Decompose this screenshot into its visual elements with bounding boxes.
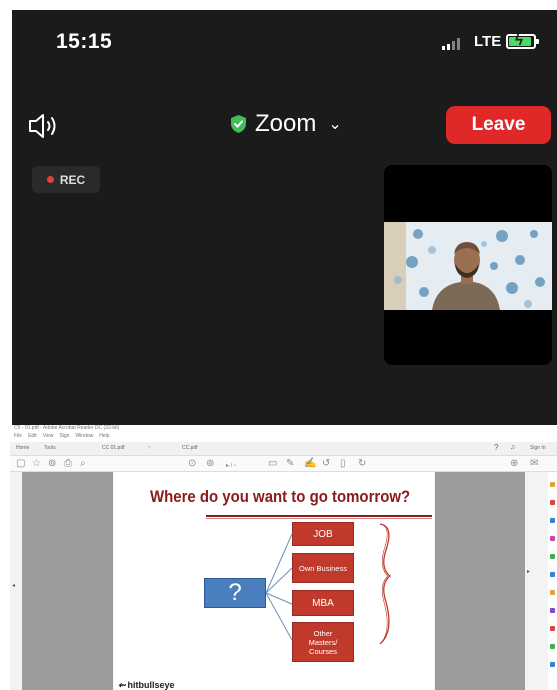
status-bar: 15:15 LTE ϟ <box>12 10 557 72</box>
window-title: C5 - 01.pdf - Adobe Acrobat Reader DC (3… <box>14 425 120 431</box>
comment-icon[interactable]: ▭ <box>268 458 277 470</box>
tools-pane-strip <box>548 472 557 690</box>
battery-icon: ϟ <box>506 32 539 49</box>
tab-tools[interactable]: Tools <box>44 445 56 451</box>
shield-check-icon <box>231 115 246 133</box>
previous-page-icon[interactable]: ⊙ <box>188 458 196 470</box>
menu-sign[interactable]: Sign <box>59 433 69 442</box>
next-page-icon[interactable]: ⊚ <box>206 458 214 470</box>
option-mba: MBA <box>292 590 354 616</box>
undo-icon[interactable]: ↺ <box>322 458 330 470</box>
page-margin-right <box>435 472 525 690</box>
diagram-connectors <box>265 523 392 645</box>
page-margin-left <box>22 472 113 690</box>
help-icon[interactable]: ? <box>494 443 498 452</box>
zoom-meeting-screen: 15:15 LTE ϟ Zoom ⌄ Leave REC <box>12 10 557 425</box>
target-arrow-icon: ⇜ <box>118 680 126 690</box>
speaker-icon[interactable] <box>26 112 66 140</box>
zoom-tools-icon[interactable]: ⊕ <box>510 458 518 470</box>
option-job: JOB <box>292 522 354 546</box>
bookmark-star-icon[interactable]: ☆ <box>32 458 41 470</box>
leave-button[interactable]: Leave <box>446 106 551 144</box>
menu-bar: File Edit View Sign Window Help <box>10 433 557 442</box>
shared-screen: C5 - 01.pdf - Adobe Acrobat Reader DC (3… <box>10 425 557 690</box>
tool-icon[interactable] <box>550 644 555 649</box>
tool-icon[interactable] <box>550 608 555 613</box>
toolbar: ▢ ☆ ⊚ ⎙ ⌕ ⊙ ⊚ ▸ / ▫ ▭ ✎ ✍ ↺ ▯ ↻ ⊕ ✉ <box>10 456 557 472</box>
meeting-top-bar: Zoom ⌄ Leave <box>12 72 557 157</box>
menu-help[interactable]: Help <box>99 433 109 442</box>
menu-edit[interactable]: Edit <box>28 433 37 442</box>
mail-icon[interactable]: ✉ <box>530 458 538 470</box>
menu-window[interactable]: Window <box>75 433 93 442</box>
search-icon[interactable]: ⌕ <box>80 458 86 470</box>
participant-video <box>384 222 552 310</box>
tab-document-2[interactable]: CC.pdf <box>182 445 198 451</box>
notification-icon[interactable]: ♫ <box>510 444 515 451</box>
status-time: 15:15 <box>56 30 113 53</box>
signal-icon <box>442 38 460 50</box>
tool-icon[interactable] <box>550 590 555 595</box>
tool-icon[interactable] <box>550 626 555 631</box>
option-own-business: Own Business <box>292 553 354 583</box>
pdf-page: Where do you want to go tomorrow? ? JOB … <box>114 472 434 690</box>
tool-icon[interactable] <box>550 536 555 541</box>
tool-icon[interactable] <box>550 554 555 559</box>
tool-icon[interactable] <box>550 662 555 667</box>
collapse-left-icon[interactable]: ◂ <box>12 582 15 589</box>
brand-name: hitbullseye <box>127 680 175 690</box>
meeting-title-dropdown[interactable]: Zoom ⌄ <box>230 110 342 138</box>
sign-icon[interactable]: ✍ <box>304 458 316 470</box>
pen-icon[interactable]: ✎ <box>286 458 294 470</box>
tool-icon[interactable] <box>550 482 555 487</box>
network-label: LTE <box>474 33 502 50</box>
tool-icon[interactable] <box>550 518 555 523</box>
brand-logo: ⇜ hitbullseye <box>118 680 175 690</box>
new-file-icon[interactable]: ▢ <box>16 458 25 470</box>
tool-icon[interactable] <box>550 500 555 505</box>
menu-view[interactable]: View <box>43 433 54 442</box>
page-number-field[interactable]: ▸ / ▫ <box>226 460 236 472</box>
delete-icon[interactable]: ▯ <box>340 458 346 470</box>
recording-indicator: REC <box>32 166 100 193</box>
rotate-icon[interactable]: ↻ <box>358 458 366 470</box>
tab-home[interactable]: Home <box>16 445 29 451</box>
document-viewport[interactable]: ◂ ▸ Where do you want to go tomorrow? ? … <box>10 472 557 690</box>
meeting-title: Zoom <box>255 110 317 137</box>
recording-dot-icon <box>46 176 54 183</box>
question-box: ? <box>204 578 266 608</box>
sign-in-link[interactable]: Sign In <box>530 445 546 451</box>
option-other-masters: Other Masters/ Courses <box>292 622 354 662</box>
upload-icon[interactable]: ⊚ <box>48 458 56 470</box>
participant-video-tile[interactable] <box>384 165 552 365</box>
tool-icon[interactable] <box>550 572 555 577</box>
tab-close-icon[interactable]: × <box>148 445 151 451</box>
chevron-down-icon: ⌄ <box>328 116 342 133</box>
print-icon[interactable]: ⎙ <box>64 458 72 470</box>
tab-bar: Home Tools CC 01.pdf × CC.pdf ? ♫ Sign I… <box>10 442 557 456</box>
recording-label: REC <box>59 172 86 187</box>
tab-document-1[interactable]: CC 01.pdf <box>102 445 125 451</box>
menu-file[interactable]: File <box>14 433 22 442</box>
collapse-right-icon[interactable]: ▸ <box>527 568 530 575</box>
